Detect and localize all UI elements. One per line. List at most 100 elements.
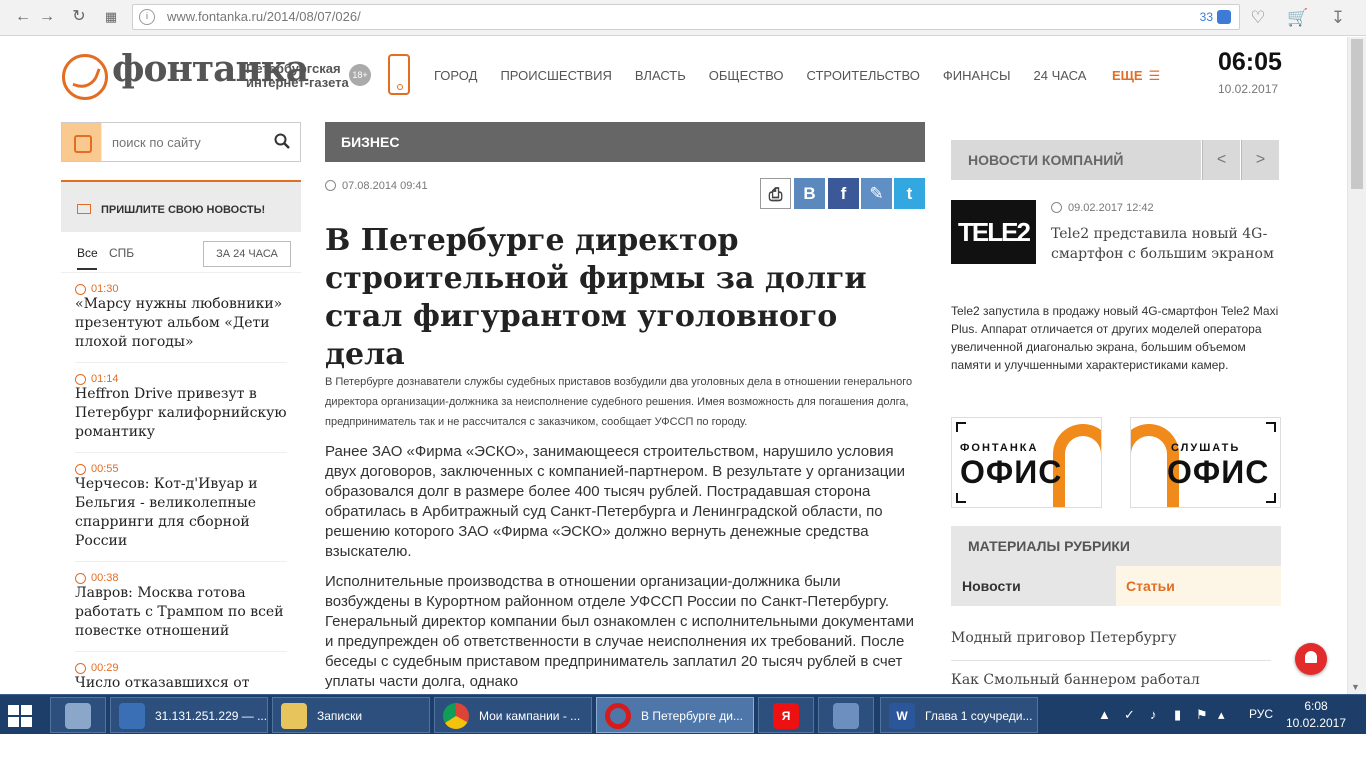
windows-start-icon[interactable] [8,705,32,727]
site-tagline: Петербургская интернет-газета [246,62,349,90]
nav-stroitelstvo[interactable]: СТРОИТЕЛЬСТВО [807,68,920,83]
scroll-down-icon[interactable]: ▼ [1351,682,1360,692]
task-label: 31.131.251.229 — ... [155,709,268,723]
tab-news[interactable]: Новости [951,566,1116,606]
system-tray: ▲ ✓ ♪ ▮ ⚑ ▴ [1098,695,1238,735]
feed-time: 01:14 [75,373,287,385]
taskbar-folder[interactable]: Записки [272,697,430,733]
tray-security-icon[interactable]: ✓ [1124,707,1135,723]
list-item[interactable]: 00:38 Лавров: Москва готова работать с Тр… [61,562,301,652]
tab-articles[interactable]: Статьи [1116,566,1281,606]
tab-all[interactable]: Все [77,246,98,270]
facebook-icon[interactable]: f [828,178,859,209]
tray-battery-icon[interactable]: ▮ [1174,707,1181,723]
livejournal-icon[interactable]: ✎ [861,178,892,209]
cart-icon[interactable]: 🛒 [1286,6,1310,30]
nav-gorod[interactable]: ГОРОД [434,68,477,83]
taskbar-yandex[interactable]: Я [758,697,814,733]
search-icon[interactable] [274,133,290,149]
page-scrollbar[interactable]: ▼ [1347,37,1366,694]
feed-title[interactable]: Черчесов: Кот-д'Ивуар и Бельгия - велико… [75,475,287,562]
tray-app-icon[interactable]: ▲ [1098,707,1111,722]
send-news-label: ПРИШЛИТЕ СВОЮ НОВОСТЬ! [101,204,266,216]
next-arrow-icon[interactable]: > [1241,140,1279,180]
taskbar-clock-date[interactable]: 10.02.2017 [1282,716,1350,730]
speaker-icon [833,703,859,729]
word-icon: W [889,703,915,729]
article-date: 07.08.2014 09:41 [325,180,428,192]
mobile-phone-icon[interactable] [388,54,410,95]
task-label: Записки [317,709,363,723]
nav-24-chasa[interactable]: 24 ЧАСА [1034,68,1087,83]
feed-tabs: Все СПБ ЗА 24 ЧАСА [61,240,301,272]
section-header[interactable]: БИЗНЕС [325,122,925,162]
tele2-logo[interactable]: TELE2 [951,200,1036,264]
feed-title[interactable]: Heffron Drive привезут в Петербург калиф… [75,385,287,453]
feed-title[interactable]: Лавров: Москва готова работать с Трампом… [75,584,287,652]
feed-title[interactable]: «Марсу нужны любовники» презентуют альбо… [75,295,287,363]
rubric-link[interactable]: Модный приговор Петербургу [951,630,1271,661]
site-info-icon[interactable]: i [139,9,155,25]
list-item[interactable]: 00:55 Черчесов: Кот-д'Ивуар и Бельгия - в… [61,453,301,562]
feed-title[interactable]: Число отказавшихся от [75,674,287,694]
fontanka-logo-icon[interactable] [62,54,108,100]
nav-vlast[interactable]: ВЛАСТЬ [635,68,686,83]
taskbar-clock-time[interactable]: 6:08 [1286,699,1346,713]
list-item[interactable]: 01:30 «Марсу нужны любовники» презентуют … [61,273,301,363]
banner-main-text: ОФИС [1167,454,1270,490]
banner-corner [1266,493,1276,503]
rubric-title: МАТЕРИАЛЫ РУБРИКИ [968,538,1130,554]
tray-flag-icon[interactable]: ⚑ [1196,707,1208,723]
age-rating-badge: 18+ [349,64,371,86]
task-label: Мои кампании - ... [479,709,581,723]
reload-icon[interactable]: ↻ [68,6,90,28]
company-news-header: НОВОСТИ КОМПАНИЙ [951,140,1201,180]
nav-obshchestvo[interactable]: ОБЩЕСТВО [709,68,784,83]
search-input[interactable] [112,131,262,153]
adblock-shield-icon[interactable] [1217,10,1231,24]
tray-network-icon[interactable]: ▴ [1218,707,1225,723]
taskbar-calculator[interactable] [50,697,106,733]
back-icon[interactable]: ← [12,6,34,28]
search-badge-icon [62,123,102,161]
forward-icon[interactable]: → [36,6,58,28]
nav-more-label: ЕЩЕ [1112,68,1143,83]
speed-dial-icon[interactable]: ▦ [100,6,122,28]
nav-more-button[interactable]: ЕЩЕ ☰ [1112,68,1160,84]
listen-office-banner[interactable]: СЛУШАТЬ ОФИС [1130,417,1281,508]
fontanka-office-banner[interactable]: ФОНТАНКА ОФИС [951,417,1102,508]
remote-desktop-icon [119,703,145,729]
heart-icon[interactable]: ♡ [1246,6,1270,30]
taskbar-media[interactable] [818,697,874,733]
taskbar-remote-desktop[interactable]: 31.131.251.229 — ... [110,697,268,733]
send-news-button[interactable]: ПРИШЛИТЕ СВОЮ НОВОСТЬ! [61,180,301,232]
scrollbar-thumb[interactable] [1351,39,1363,189]
article-paragraph-2: Исполнительные производства в отношении … [325,573,914,690]
list-item[interactable]: 00:29 Число отказавшихся от [61,652,301,694]
tab-spb[interactable]: СПБ [109,246,134,260]
article-title: В Петербурге директор строительной фирмы… [325,223,867,372]
feed-time: 00:29 [75,662,287,674]
address-bar[interactable]: i www.fontanka.ru/2014/08/07/026/ 33 [132,4,1240,30]
taskbar-word[interactable]: W Глава 1 соучреди... [880,697,1038,733]
banner-corner [956,493,966,503]
tray-volume-icon[interactable]: ♪ [1150,707,1157,722]
nav-proisshestviya[interactable]: ПРОИСШЕСТВИЯ [500,68,611,83]
task-label: Глава 1 соучреди... [925,709,1033,723]
prev-arrow-icon[interactable]: < [1202,140,1240,180]
keyboard-language[interactable]: РУС [1249,707,1273,721]
notification-bell-icon[interactable] [1295,643,1327,675]
feed-time: 01:30 [75,283,287,295]
tab-24-hours[interactable]: ЗА 24 ЧАСА [203,241,291,267]
folder-icon [281,703,307,729]
rubric-link[interactable]: Как Смольный баннером работал [951,672,1271,688]
company-news-title[interactable]: Tele2 представила новый 4G-смартфон с бо… [1051,224,1286,264]
taskbar-chrome[interactable]: Мои кампании - ... [434,697,592,733]
vk-icon[interactable]: B [794,178,825,209]
print-icon[interactable]: ⎙ [760,178,791,209]
download-icon[interactable]: ↧ [1326,6,1350,30]
twitter-icon[interactable]: t [894,178,925,209]
taskbar-opera[interactable]: В Петербурге ди... [596,697,754,733]
nav-finansy[interactable]: ФИНАНСЫ [943,68,1011,83]
list-item[interactable]: 01:14 Heffron Drive привезут в Петербург … [61,363,301,453]
